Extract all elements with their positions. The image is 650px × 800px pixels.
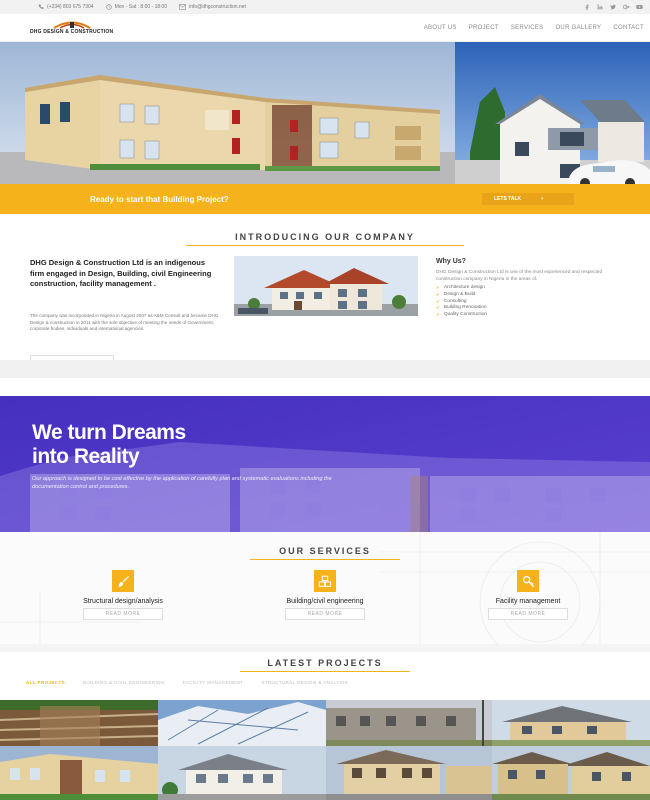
service-title: Structural design/analysis bbox=[83, 598, 163, 605]
dreams-heading-line1: We turn Dreams bbox=[32, 421, 186, 444]
dreams-text: Our approach is designed to be cost effe… bbox=[32, 476, 332, 490]
logo-text: DHG DESIGN & CONSTRUCTION bbox=[30, 29, 114, 35]
lets-talk-button[interactable]: LETS TALK › bbox=[482, 193, 574, 205]
service-card-structural: Structural design/analysis READ MORE bbox=[43, 570, 203, 620]
google-plus-icon[interactable] bbox=[623, 4, 630, 10]
phone-number: (+234) 803 675 7304 bbox=[47, 4, 94, 10]
service-title: Building/civil engineering bbox=[286, 598, 364, 605]
service-card-facility: Facility management READ MORE bbox=[448, 570, 608, 620]
filter-structural-design[interactable]: STRUCTURAL DESIGN & ANALYSIS bbox=[261, 680, 348, 686]
project-thumbnail[interactable] bbox=[0, 700, 158, 746]
project-filters: ALL PROJECTS BUILDING & CIVIL ENGINEERIN… bbox=[0, 680, 650, 686]
hours-info: Mon - Sat : 8:00 - 18:00 bbox=[105, 4, 168, 10]
projects-title: LATEST PROJECTS bbox=[267, 658, 383, 668]
projects-title-underline bbox=[240, 671, 410, 672]
twitter-icon[interactable] bbox=[610, 4, 616, 10]
section-divider bbox=[0, 644, 650, 652]
read-more-button[interactable]: READ MORE bbox=[285, 608, 365, 620]
dreams-heading-line2: into Reality bbox=[32, 445, 140, 468]
site-header: DHG DESIGN & CONSTRUCTION ABOUT US PROJE… bbox=[0, 14, 650, 42]
why-us-block: Why Us? DHG Design & Construction Ltd is… bbox=[436, 258, 626, 319]
intro-section: INTRODUCING OUR COMPANY DHG Design & Con… bbox=[0, 214, 650, 361]
site-logo[interactable]: DHG DESIGN & CONSTRUCTION bbox=[30, 20, 113, 35]
section-divider bbox=[0, 360, 650, 378]
project-thumbnail[interactable] bbox=[492, 700, 650, 746]
youtube-icon[interactable] bbox=[636, 4, 643, 10]
chevron-right-icon: › bbox=[541, 196, 544, 202]
dreams-heading: We turn Dreams into Reality bbox=[32, 421, 186, 469]
filter-facility-management[interactable]: FACILITY MANAGEMENT bbox=[183, 680, 244, 686]
top-info-bar: (+234) 803 675 7304 Mon - Sat : 8:00 - 1… bbox=[0, 0, 650, 14]
projects-gallery bbox=[0, 700, 650, 800]
cta-bar: Ready to start that Building Project? LE… bbox=[0, 184, 650, 214]
facebook-icon[interactable] bbox=[584, 4, 590, 10]
cta-text: Ready to start that Building Project? bbox=[90, 194, 229, 204]
project-thumbnail[interactable] bbox=[326, 700, 492, 746]
email-info[interactable]: info@dhgconstruction.net bbox=[179, 4, 246, 10]
nav-about-us[interactable]: ABOUT US bbox=[424, 25, 457, 31]
filter-building-civil[interactable]: BUILDING & CIVIL ENGINEERING bbox=[83, 680, 165, 686]
dreams-banner: We turn Dreams into Reality Our approach… bbox=[0, 396, 650, 532]
cubes-icon bbox=[314, 570, 336, 592]
why-us-text: DHG Design & Construction Ltd is one of … bbox=[436, 270, 603, 282]
mail-icon bbox=[179, 4, 187, 10]
linkedin-icon[interactable] bbox=[597, 4, 603, 10]
why-us-item: Quality Construction bbox=[436, 312, 626, 319]
project-thumbnail[interactable] bbox=[158, 746, 326, 800]
project-thumbnail[interactable] bbox=[158, 700, 326, 746]
nav-project[interactable]: PROJECT bbox=[469, 25, 499, 31]
phone-info[interactable]: (+234) 803 675 7304 bbox=[38, 4, 94, 10]
key-icon bbox=[517, 570, 539, 592]
read-more-button[interactable]: READ MORE bbox=[488, 608, 568, 620]
intro-body-text: The company was incorporated in Nigeria … bbox=[30, 313, 219, 331]
intro-lead-text: DHG Design & Construction Ltd is an indi… bbox=[30, 258, 212, 288]
main-nav: ABOUT US PROJECT SERVICES OUR GALLERY CO… bbox=[424, 25, 644, 31]
services-section: OUR SERVICES Structural design/analysis … bbox=[0, 532, 650, 644]
logo-mark-icon bbox=[53, 21, 91, 29]
hero-buildings-image bbox=[0, 42, 650, 184]
nav-contact[interactable]: CONTACT bbox=[613, 25, 644, 31]
service-card-building: Building/civil engineering READ MORE bbox=[245, 570, 405, 620]
why-us-title: Why Us? bbox=[436, 258, 466, 265]
service-title: Facility management bbox=[495, 598, 561, 605]
brush-icon bbox=[112, 570, 134, 592]
nav-services[interactable]: SERVICES bbox=[511, 25, 544, 31]
why-us-item: Design & Build bbox=[436, 292, 626, 299]
project-thumbnail[interactable] bbox=[326, 746, 492, 800]
read-more-button[interactable]: READ MORE bbox=[83, 608, 163, 620]
social-links bbox=[584, 4, 643, 10]
email-address: info@dhgconstruction.net bbox=[189, 4, 246, 10]
latest-projects-section: LATEST PROJECTS ALL PROJECTS BUILDING & … bbox=[0, 652, 650, 800]
lets-talk-label: LETS TALK bbox=[494, 196, 522, 202]
intro-title-underline bbox=[186, 245, 464, 246]
why-us-list: Architecture design Design & Build Consu… bbox=[436, 285, 626, 319]
opening-hours: Mon - Sat : 8:00 - 18:00 bbox=[114, 4, 168, 10]
phone-icon bbox=[38, 4, 44, 9]
services-title-underline bbox=[250, 559, 400, 560]
why-us-item: Architecture design bbox=[436, 285, 626, 292]
hero-slider bbox=[0, 42, 650, 184]
filter-all-projects[interactable]: ALL PROJECTS bbox=[26, 680, 65, 686]
project-thumbnail[interactable] bbox=[0, 746, 158, 800]
nav-our-gallery[interactable]: OUR GALLERY bbox=[555, 25, 601, 31]
intro-house-image bbox=[234, 256, 418, 316]
intro-title: INTRODUCING OUR COMPANY bbox=[235, 232, 415, 242]
project-thumbnail[interactable] bbox=[492, 746, 650, 800]
clock-icon bbox=[105, 4, 112, 10]
services-title: OUR SERVICES bbox=[279, 546, 371, 556]
